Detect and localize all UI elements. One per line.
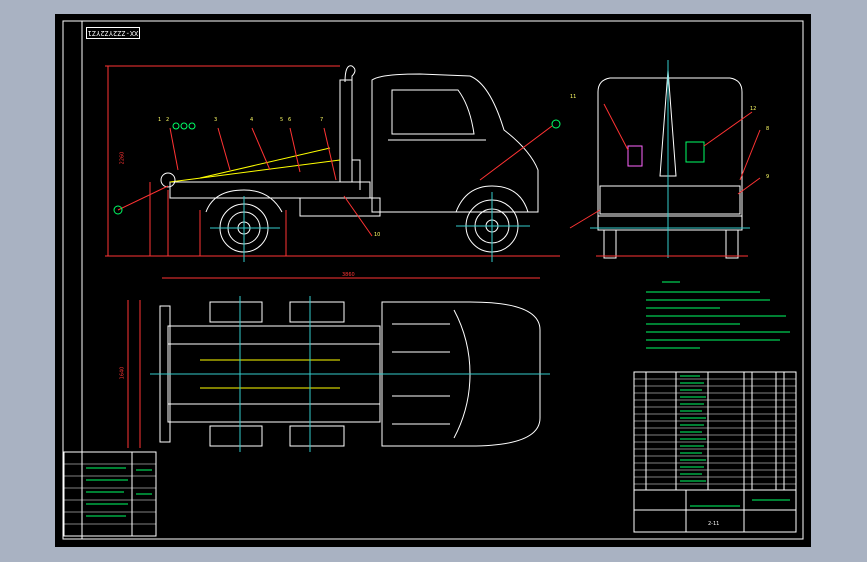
drawing-code: XX-ZZ2YZ2YZ1 (86, 27, 140, 39)
callout-3: 3 (214, 117, 218, 123)
technical-notes (646, 281, 790, 349)
callout-1: 1 (158, 117, 162, 123)
inner-frame (62, 20, 804, 540)
callout-10: 10 (374, 232, 381, 238)
callout-2: 2 (166, 117, 170, 123)
width-dimension: 3860 (342, 272, 355, 278)
rear-callout-8: 8 (766, 126, 770, 132)
callout-5: 5 (280, 117, 284, 123)
cab-window (391, 89, 475, 135)
height-dimension: 2260 (119, 151, 126, 165)
side-view (105, 65, 560, 262)
track-dimension: 1640 (119, 366, 126, 380)
plan-view (127, 277, 550, 452)
cad-drawing (62, 20, 804, 540)
rear-callout-12: 12 (750, 106, 757, 112)
rear-callout-11: 11 (570, 94, 577, 100)
callout-7: 7 (320, 117, 324, 123)
rear-callout-9: 9 (766, 174, 770, 180)
parts-table (633, 371, 797, 533)
sheet-number: 2-11 (708, 521, 720, 527)
callout-4: 4 (250, 117, 254, 123)
callout-6: 6 (288, 117, 292, 123)
rear-view (569, 60, 761, 259)
chassis-frame (169, 181, 371, 199)
revision-table (63, 451, 157, 537)
